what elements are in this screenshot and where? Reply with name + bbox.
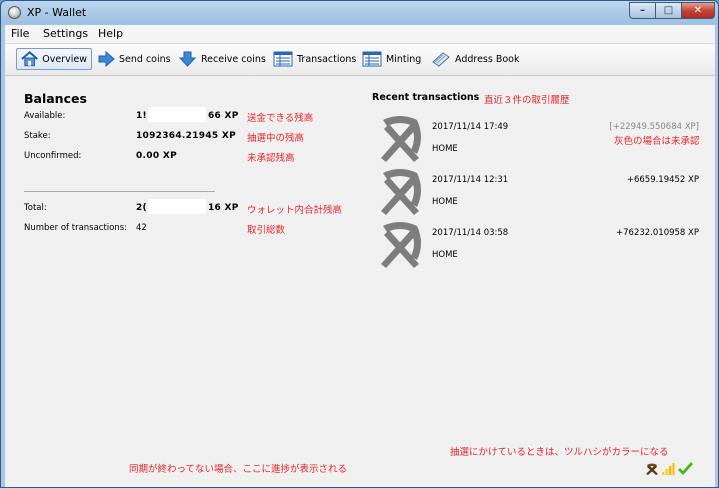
transactions-tab[interactable]: Transactions (273, 48, 356, 70)
stake-value: 1092364.21945 XP (136, 131, 237, 141)
menu-help[interactable]: Help (98, 27, 123, 40)
pickaxe-icon (381, 116, 421, 162)
overview-label: Overview (42, 53, 87, 65)
total-value-end: 16 XP (208, 203, 239, 213)
transaction-address: HOME (432, 197, 458, 207)
unconfirmed-note: 未承認残高 (247, 153, 295, 164)
list-icon (273, 51, 293, 67)
send-coins-tab[interactable]: Send coins (97, 48, 171, 70)
balances-heading: Balances (24, 91, 87, 106)
recent-transactions-note: 直近３件の取引履歴 (484, 95, 570, 106)
tx-count-value: 42 (136, 223, 147, 233)
address-book-label: Address Book (455, 53, 520, 65)
tx-count-note: 取引総数 (247, 225, 286, 236)
list-icon (362, 51, 382, 67)
balance-divider (24, 191, 215, 192)
available-value-start: 1! (136, 111, 147, 121)
title-bar[interactable]: XP - Wallet – □ ✕ (1, 1, 718, 25)
home-icon (21, 51, 38, 67)
arrow-right-icon (98, 51, 115, 67)
transaction-address: HOME (432, 144, 458, 154)
overview-tab[interactable]: Overview (16, 48, 92, 70)
transaction-amount: +6659.19452 XP (626, 175, 699, 185)
transaction-date: 2017/11/14 12:31 (432, 175, 509, 185)
recent-transactions-heading: Recent transactions (372, 92, 480, 103)
available-label: Available: (24, 111, 66, 121)
arrow-down-icon (179, 51, 197, 67)
unconfirmed-value: 0.00 XP (136, 151, 177, 161)
tx-count-label: Number of transactions: (24, 223, 128, 233)
pickaxe-icon (381, 169, 421, 215)
transaction-address: HOME (432, 250, 458, 260)
wallet-window: XP - Wallet – □ ✕ File Settings Help Ove… (0, 0, 719, 488)
receive-coins-label: Receive coins (201, 53, 266, 65)
minting-tab[interactable]: Minting (362, 48, 421, 70)
menu-bar: File Settings Help (5, 25, 715, 44)
total-note: ウォレット内合計残高 (247, 205, 343, 216)
app-logo-icon (8, 6, 21, 19)
unconfirmed-gray-note: 灰色の場合は未承認 (614, 136, 700, 147)
address-book-icon (432, 52, 450, 67)
minting-note: 抽選にかけているときは、ツルハシがカラーになる (450, 447, 669, 458)
transaction-amount: +76232.010958 XP (616, 228, 699, 238)
pickaxe-icon (381, 222, 421, 268)
maximize-button[interactable]: □ (655, 2, 682, 19)
window-title: XP - Wallet (27, 6, 87, 19)
sync-progress-note: 同期が終わってない場合、ここに進捗が表示される (129, 464, 348, 475)
overview-page: Balances Available: 1! 66 XP 送金できる残高 Sta… (5, 76, 715, 481)
available-note: 送金できる残高 (247, 113, 314, 124)
total-label: Total: (24, 203, 47, 213)
status-bar (5, 481, 715, 487)
minting-status-icon[interactable] (645, 462, 659, 476)
toolbar: Overview Send coins Receive coins Transa… (5, 44, 715, 76)
connection-signal-icon[interactable] (661, 462, 675, 476)
transaction-amount: [+22949.550684 XP] (609, 122, 699, 132)
transactions-label: Transactions (297, 53, 357, 65)
address-book-tab[interactable]: Address Book (431, 48, 520, 70)
transaction-date: 2017/11/14 17:49 (432, 122, 509, 132)
receive-coins-tab[interactable]: Receive coins (179, 48, 266, 70)
total-value-start: 2( (136, 203, 147, 213)
transaction-date: 2017/11/14 03:58 (432, 228, 509, 238)
menu-file[interactable]: File (11, 27, 29, 40)
close-button[interactable]: ✕ (681, 2, 715, 19)
menu-settings[interactable]: Settings (43, 27, 88, 40)
unconfirmed-label: Unconfirmed: (24, 151, 82, 161)
minting-label: Minting (386, 53, 422, 65)
sync-check-icon[interactable] (678, 461, 693, 476)
redaction-box (148, 107, 206, 122)
available-value-end: 66 XP (208, 111, 239, 121)
minimize-button[interactable]: – (629, 2, 656, 19)
stake-note: 抽選中の残高 (247, 133, 305, 144)
stake-label: Stake: (24, 131, 51, 141)
send-coins-label: Send coins (119, 53, 171, 65)
redaction-box (148, 199, 206, 214)
